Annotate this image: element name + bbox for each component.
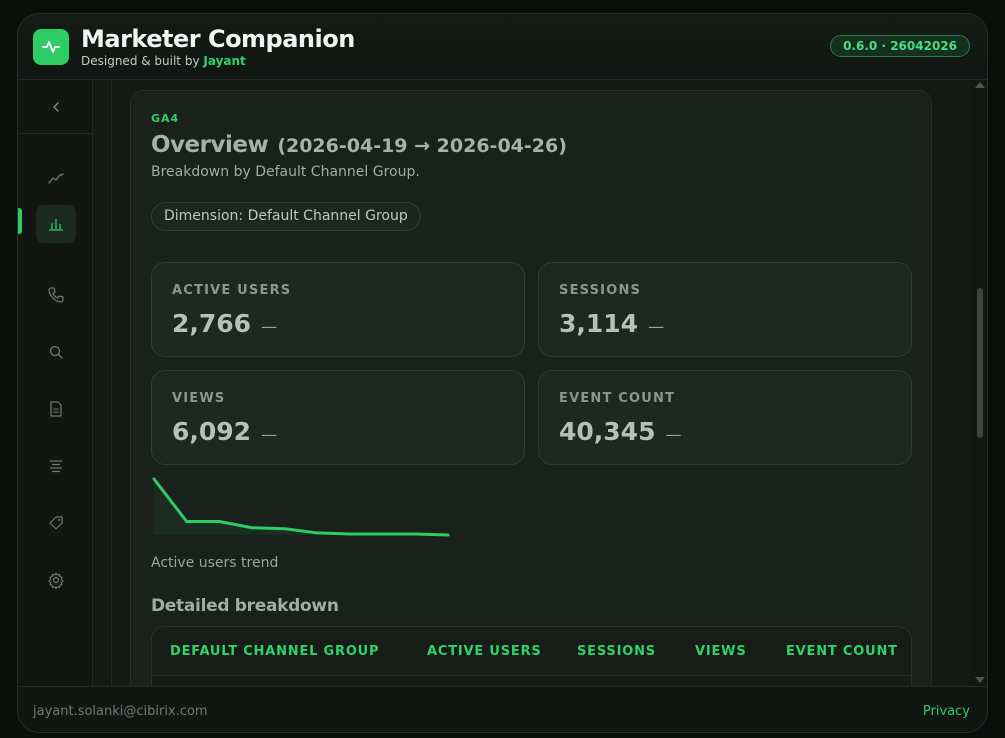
gear-icon xyxy=(48,572,64,589)
kpi-label: EVENT COUNT xyxy=(559,391,676,406)
document-icon xyxy=(50,401,62,417)
kpi-card-views: VIEWS 6,092— xyxy=(151,370,525,465)
align-center-icon xyxy=(50,460,62,473)
column-header-views[interactable]: VIEWS xyxy=(695,644,746,659)
kpi-card-active-users: ACTIVE USERS 2,766— xyxy=(151,262,525,357)
column-header-sessions[interactable]: SESSIONS xyxy=(577,644,656,659)
trend-line-icon xyxy=(48,173,64,184)
kpi-value: 40,345— xyxy=(559,417,682,446)
column-header-active-users[interactable]: ACTIVE USERS xyxy=(427,644,542,659)
kpi-label: VIEWS xyxy=(172,391,226,406)
active-indicator xyxy=(18,208,22,234)
search-icon xyxy=(49,345,63,359)
overview-subtitle: Breakdown by Default Channel Group. xyxy=(151,164,420,180)
kpi-delta: — xyxy=(261,425,278,444)
sparkline-label: Active users trend xyxy=(151,555,279,571)
scroll-down-arrow-icon[interactable] xyxy=(975,677,985,683)
collapse-sidebar-button[interactable] xyxy=(18,80,93,134)
app-title: Marketer Companion xyxy=(81,25,355,53)
breakdown-title: Detailed breakdown xyxy=(151,596,339,616)
kpi-value: 6,092— xyxy=(172,417,278,446)
overview-title: Overview xyxy=(151,132,269,158)
kpi-label: ACTIVE USERS xyxy=(172,283,292,298)
sidebar-item-reports[interactable] xyxy=(36,390,76,428)
sidebar-item-settings[interactable] xyxy=(36,561,76,599)
column-header-event-count[interactable]: EVENT COUNT xyxy=(786,644,898,659)
kpi-card-sessions: SESSIONS 3,114— xyxy=(538,262,912,357)
kpi-delta: — xyxy=(665,425,682,444)
app-window: Marketer Companion Designed & built by J… xyxy=(17,13,988,733)
column-header-channel[interactable]: DEFAULT CHANNEL GROUP xyxy=(170,644,379,659)
tag-icon xyxy=(49,516,63,530)
sidebar-item-analytics[interactable] xyxy=(36,205,76,243)
version-badge: 0.6.0 · 26042026 xyxy=(830,35,970,57)
sidebar-item-search[interactable] xyxy=(36,333,76,371)
app-header: Marketer Companion Designed & built by J… xyxy=(18,14,987,80)
dimension-chip[interactable]: Dimension: Default Channel Group xyxy=(151,202,421,231)
kpi-card-event-count: EVENT COUNT 40,345— xyxy=(538,370,912,465)
active-users-sparkline xyxy=(152,477,450,537)
page-title: Overview (2026-04-19 → 2026-04-26) xyxy=(151,132,567,158)
user-email: jayant.solanki@cibirix.com xyxy=(33,704,208,719)
content-divider xyxy=(111,80,112,686)
scroll-up-arrow-icon[interactable] xyxy=(975,82,985,88)
sidebar-item-calls[interactable] xyxy=(36,276,76,314)
sparkline-area xyxy=(154,479,448,535)
privacy-link[interactable]: Privacy xyxy=(923,704,970,719)
app-subtitle: Designed & built by Jayant xyxy=(81,54,246,68)
kpi-label: SESSIONS xyxy=(559,283,642,298)
sidebar-item-content[interactable] xyxy=(36,447,76,485)
sidebar-item-tags[interactable] xyxy=(36,504,76,542)
breakdown-table: DEFAULT CHANNEL GROUP ACTIVE USERS SESSI… xyxy=(151,626,912,686)
content-scrollbar[interactable] xyxy=(970,80,987,686)
sidebar xyxy=(18,80,93,686)
scrollbar-thumb[interactable] xyxy=(977,288,983,438)
app-footer: jayant.solanki@cibirix.com Privacy xyxy=(18,686,987,732)
bar-chart-icon xyxy=(49,219,63,231)
overview-card: GA4 Overview (2026-04-19 → 2026-04-26) B… xyxy=(130,90,932,686)
main-content: GA4 Overview (2026-04-19 → 2026-04-26) B… xyxy=(94,80,970,686)
chevron-left-icon xyxy=(52,101,59,112)
kpi-delta: — xyxy=(261,317,278,336)
kpi-delta: — xyxy=(648,317,665,336)
kpi-value: 2,766— xyxy=(172,309,278,338)
author-name: Jayant xyxy=(203,54,246,68)
source-label: GA4 xyxy=(151,112,180,125)
subtitle-prefix: Designed & built by xyxy=(81,54,200,68)
kpi-value: 3,114— xyxy=(559,309,665,338)
table-header-divider xyxy=(152,675,911,676)
date-range: (2026-04-19 → 2026-04-26) xyxy=(277,135,567,157)
phone-icon xyxy=(48,287,64,303)
pulse-logo-icon xyxy=(33,29,69,65)
sidebar-item-trends[interactable] xyxy=(36,160,76,198)
